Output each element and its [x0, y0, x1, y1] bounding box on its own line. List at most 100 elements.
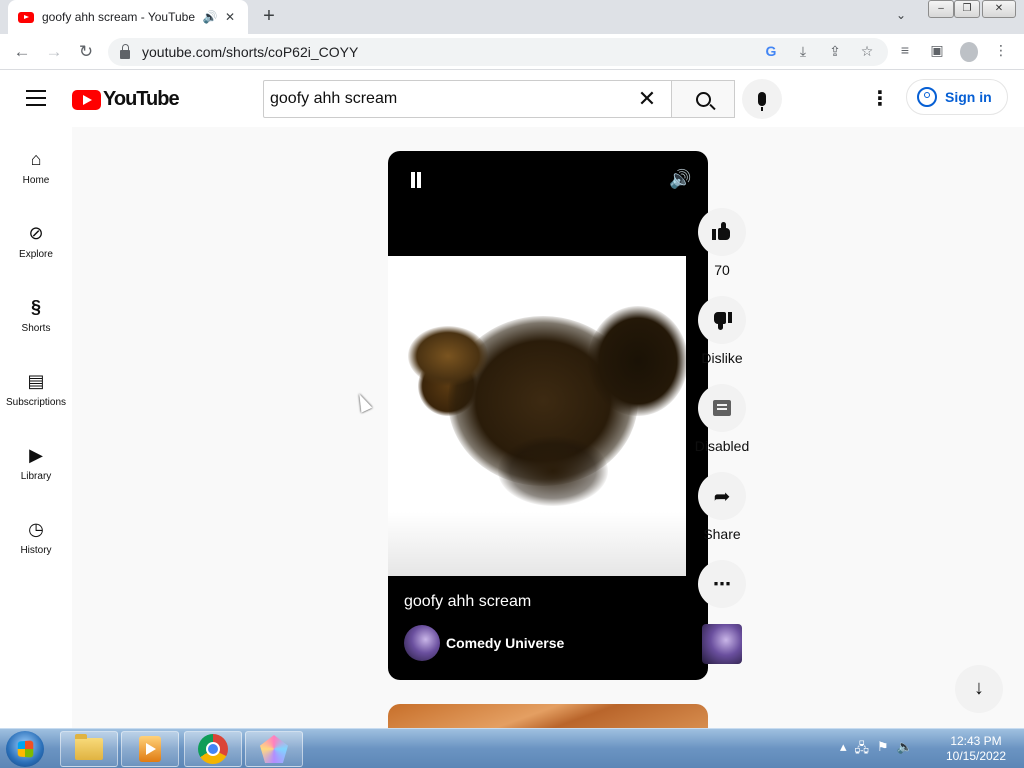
next-short-preview[interactable] — [388, 704, 708, 728]
share-page-icon[interactable]: ⇪ — [826, 43, 844, 60]
pause-icon[interactable] — [409, 172, 423, 188]
new-tab-button[interactable]: + — [258, 6, 280, 28]
sidebar-item-subscriptions[interactable]: ▤ Subscriptions — [0, 349, 72, 423]
windows-taskbar: ▴ 🖧 ⚑ 🔈 12:43 PM 10/15/2022 — [0, 728, 1024, 768]
folder-icon — [75, 734, 103, 760]
account-icon — [917, 87, 937, 107]
clear-search-icon[interactable]: ✕ — [635, 86, 659, 112]
app-taskbar-button[interactable] — [245, 731, 303, 767]
profile-icon[interactable] — [960, 42, 978, 62]
restore-button[interactable]: ❐ — [954, 0, 980, 18]
system-clock[interactable]: 12:43 PM 10/15/2022 — [936, 734, 1016, 764]
tab-title: goofy ahh scream - YouTube — [42, 10, 195, 24]
chrome-icon — [198, 734, 228, 764]
dislike-button[interactable] — [698, 296, 746, 344]
google-icon[interactable]: G — [762, 43, 780, 60]
window-close-button[interactable]: ✕ — [982, 0, 1016, 18]
lock-icon[interactable] — [120, 43, 130, 59]
shorts-video-player[interactable]: 🔊 goofy ahh scream Comedy Universe — [388, 151, 708, 680]
sidebar-item-label: Explore — [19, 249, 53, 260]
sidebar-item-label: Shorts — [21, 323, 51, 334]
tab-close-icon[interactable]: ✕ — [222, 10, 238, 24]
install-app-icon[interactable]: ⤓ — [794, 43, 812, 60]
reload-icon[interactable]: ↻ — [74, 40, 98, 64]
app-icon — [260, 735, 288, 763]
compass-icon: ⊘ — [28, 223, 44, 243]
browser-tab[interactable]: goofy ahh scream - YouTube 🔊 ✕ — [8, 0, 248, 34]
sidebar-item-home[interactable]: ⌂ Home — [0, 127, 72, 201]
search-input-value[interactable]: goofy ahh scream — [270, 90, 635, 108]
network-icon[interactable]: 🖧 — [855, 739, 870, 761]
more-horizontal-icon: ⋯ — [713, 573, 731, 594]
more-button[interactable]: ⋯ — [698, 560, 746, 608]
sidebar-item-label: Subscriptions — [5, 397, 67, 408]
media-player-taskbar-button[interactable] — [121, 731, 179, 767]
video-frame — [388, 256, 686, 576]
start-button[interactable] — [6, 731, 44, 767]
clock-time: 12:43 PM — [950, 734, 1002, 748]
guide-menu-icon[interactable] — [26, 90, 46, 106]
more-actions[interactable]: ⋯ — [695, 560, 749, 614]
search-icon — [695, 91, 711, 107]
thumbs-down-icon — [712, 310, 732, 330]
explorer-taskbar-button[interactable] — [60, 731, 118, 767]
forward-icon[interactable]: → — [42, 40, 66, 64]
like-count: 70 — [714, 262, 730, 278]
library-icon: ▶ — [29, 445, 43, 465]
media-controls-icon[interactable]: ≡ — [896, 42, 914, 62]
sound-thumbnail[interactable] — [702, 624, 742, 664]
sidebar-item-history[interactable]: ◷ History — [0, 497, 72, 571]
search-button[interactable] — [671, 80, 735, 118]
sidebar-item-shorts[interactable]: § Shorts — [0, 275, 72, 349]
comment-icon — [713, 400, 731, 416]
thumbs-up-icon — [712, 222, 732, 242]
dislike-label: Dislike — [701, 350, 743, 366]
subscriptions-icon: ▤ — [27, 371, 45, 391]
mini-guide-sidebar: ⌂ Home ⊘ Explore § Shorts ▤ Subscription… — [0, 127, 72, 728]
voice-search-button[interactable] — [742, 79, 782, 119]
url-text[interactable]: youtube.com/shorts/coP62i_COYY — [142, 44, 358, 60]
speaker-icon[interactable]: 🔈 — [897, 739, 913, 761]
browser-toolbar: ← → ↻ youtube.com/shorts/coP62i_COYY G ⤓… — [0, 34, 1024, 70]
channel-info[interactable]: Comedy Universe — [404, 625, 564, 661]
share-label: Share — [703, 526, 741, 542]
address-bar[interactable]: youtube.com/shorts/coP62i_COYY G ⤓ ⇪ ☆ — [108, 38, 888, 66]
comments-button[interactable] — [698, 384, 746, 432]
media-player-icon — [139, 736, 161, 762]
side-panel-icon[interactable]: ▣ — [928, 42, 946, 62]
home-icon: ⌂ — [30, 149, 42, 169]
sidebar-item-label: History — [20, 545, 52, 556]
system-tray: ▴ 🖧 ⚑ 🔈 — [840, 739, 913, 761]
tab-audio-icon[interactable]: 🔊 — [202, 10, 218, 24]
sidebar-item-label: Home — [22, 175, 50, 186]
show-hidden-icons-icon[interactable]: ▴ — [840, 739, 847, 761]
sign-in-button[interactable]: Sign in — [906, 79, 1008, 115]
channel-name[interactable]: Comedy Universe — [446, 635, 564, 651]
like-action[interactable]: 70 — [695, 208, 749, 278]
search-input[interactable]: goofy ahh scream ✕ — [263, 80, 672, 118]
chrome-taskbar-button[interactable] — [184, 731, 242, 767]
back-icon[interactable]: ← — [10, 40, 34, 64]
minimize-button[interactable]: – — [928, 0, 954, 18]
sidebar-item-explore[interactable]: ⊘ Explore — [0, 201, 72, 275]
chrome-menu-icon[interactable]: ⋮ — [992, 42, 1010, 62]
settings-menu-icon[interactable]: ⋮ — [870, 88, 890, 110]
sidebar-item-label: Library — [20, 471, 52, 482]
next-video-arrow-icon[interactable]: ↓ — [955, 665, 1003, 713]
tab-search-icon[interactable]: ⌄ — [896, 8, 906, 22]
comments-action[interactable]: Disabled — [692, 384, 752, 454]
sidebar-item-library[interactable]: ▶ Library — [0, 423, 72, 497]
short-title[interactable]: goofy ahh scream — [404, 593, 531, 611]
shorts-icon: § — [30, 297, 41, 317]
channel-avatar[interactable] — [404, 625, 440, 661]
youtube-logo[interactable]: YouTube — [72, 88, 180, 111]
share-button[interactable]: ➦ — [698, 472, 746, 520]
like-button[interactable] — [698, 208, 746, 256]
action-center-flag-icon[interactable]: ⚑ — [877, 739, 889, 761]
comments-label: Disabled — [694, 438, 750, 454]
volume-icon[interactable]: 🔊 — [669, 169, 691, 190]
bookmark-star-icon[interactable]: ☆ — [858, 43, 876, 60]
sign-in-label: Sign in — [945, 89, 992, 105]
dislike-action[interactable]: Dislike — [695, 296, 749, 366]
share-action[interactable]: ➦ Share — [695, 472, 749, 542]
